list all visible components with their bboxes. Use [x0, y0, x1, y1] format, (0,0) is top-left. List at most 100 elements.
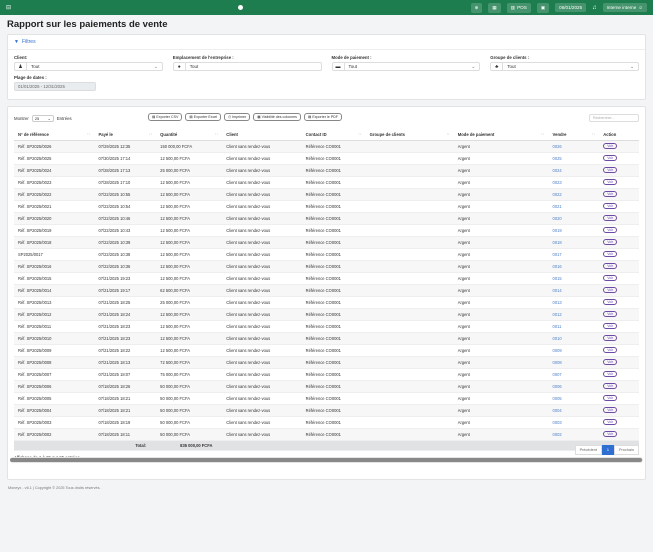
sale-cell[interactable]: 0026 [548, 140, 600, 153]
add-icon[interactable]: ⊕ [470, 2, 483, 13]
filters-toggle[interactable]: ▼ Filtres [8, 35, 645, 50]
column-visibility-button[interactable]: ▦ Visibilité des colonnes [253, 113, 301, 121]
export-excel-button[interactable]: ▤ Exporter Excel [185, 113, 222, 121]
sale-cell[interactable]: 0017 [548, 248, 600, 261]
action-cell[interactable]: Voir [599, 284, 639, 297]
sale-cell[interactable]: 0003 [548, 416, 600, 429]
action-cell[interactable]: Voir [599, 200, 639, 213]
sale-cell[interactable]: 0002 [548, 428, 600, 441]
sale-link[interactable]: 0007 [553, 372, 562, 377]
view-button[interactable]: Voir [603, 419, 618, 425]
sale-link[interactable]: 0013 [553, 300, 562, 305]
action-cell[interactable]: Voir [599, 320, 639, 333]
sale-link[interactable]: 0025 [553, 156, 562, 161]
view-button[interactable]: Voir [603, 335, 618, 341]
sidebar-toggle-icon[interactable]: ⊟ [6, 4, 11, 11]
action-cell[interactable]: Voir [599, 368, 639, 381]
view-button[interactable]: Voir [603, 275, 618, 281]
sale-link[interactable]: 0012 [553, 312, 562, 317]
action-cell[interactable]: Voir [599, 428, 639, 441]
date-range-input[interactable]: 01/01/2025 - 12/31/2025 [14, 82, 96, 91]
sale-link[interactable]: 0005 [553, 396, 562, 401]
sale-link[interactable]: 0002 [553, 432, 562, 437]
sale-cell[interactable]: 0021 [548, 200, 600, 213]
sale-cell[interactable]: 0011 [548, 320, 600, 333]
column-header[interactable]: N° de référence ↑↓ [14, 130, 95, 141]
action-cell[interactable]: Voir [599, 356, 639, 369]
view-button[interactable]: Voir [603, 155, 618, 161]
action-cell[interactable]: Voir [599, 308, 639, 321]
sale-cell[interactable]: 0019 [548, 224, 600, 237]
column-header[interactable]: Contact ID ↑↓ [301, 130, 366, 141]
sale-cell[interactable]: 0009 [548, 344, 600, 357]
view-button[interactable]: Voir [603, 203, 618, 209]
view-button[interactable]: Voir [603, 383, 618, 389]
sale-cell[interactable]: 0022 [548, 188, 600, 201]
column-header[interactable]: Mode de paiement ↑↓ [453, 130, 549, 141]
payment-method-select[interactable]: ▬ Tout ⌄ [331, 62, 481, 71]
scrollbar-thumb[interactable] [10, 458, 642, 462]
view-button[interactable]: Voir [603, 347, 618, 353]
action-cell[interactable]: Voir [599, 404, 639, 417]
action-cell[interactable]: Voir [599, 380, 639, 393]
view-button[interactable]: Voir [603, 323, 618, 329]
action-cell[interactable]: Voir [599, 176, 639, 189]
view-button[interactable]: Voir [603, 311, 618, 317]
export-csv-button[interactable]: ▤ Exporter CSV [148, 113, 183, 121]
action-cell[interactable]: Voir [599, 152, 639, 165]
calendar-icon[interactable]: ▦ [488, 2, 501, 13]
sale-link[interactable]: 0016 [553, 264, 562, 269]
sale-cell[interactable]: 0013 [548, 296, 600, 309]
view-button[interactable]: Voir [603, 179, 618, 185]
page-length-select[interactable]: 25 ⌄ [31, 114, 54, 122]
print-button[interactable]: ⎙ Imprimer [224, 113, 251, 121]
sale-link[interactable]: 0023 [553, 180, 562, 185]
sale-cell[interactable]: 0025 [548, 152, 600, 165]
view-button[interactable]: Voir [603, 299, 618, 305]
view-button[interactable]: Voir [603, 167, 618, 173]
action-cell[interactable]: Voir [599, 188, 639, 201]
column-header[interactable]: Vendre ↑↓ [548, 130, 600, 141]
column-header[interactable]: Groupe de clients ↑↓ [365, 130, 454, 141]
view-button[interactable]: Voir [603, 227, 618, 233]
action-cell[interactable]: Voir [599, 296, 639, 309]
sale-link[interactable]: 0014 [553, 288, 562, 293]
action-cell[interactable]: Voir [599, 212, 639, 225]
view-button[interactable]: Voir [603, 287, 618, 293]
action-cell[interactable]: Voir [599, 140, 639, 153]
view-button[interactable]: Voir [603, 395, 618, 401]
sale-cell[interactable]: 0006 [548, 380, 600, 393]
sale-link[interactable]: 0020 [553, 216, 562, 221]
action-cell[interactable]: Voir [599, 164, 639, 177]
column-header[interactable]: Quantité ↑↓ [156, 130, 223, 141]
next-page-button[interactable]: Prochain [614, 445, 639, 455]
sale-link[interactable]: 0008 [553, 360, 562, 365]
sale-link[interactable]: 0024 [553, 168, 562, 173]
sale-cell[interactable]: 0010 [548, 332, 600, 345]
view-button[interactable]: Voir [603, 359, 618, 365]
page-1-button[interactable]: 1 [601, 445, 614, 455]
sale-cell[interactable]: 0016 [548, 260, 600, 273]
column-header[interactable]: Payé le ↓↑ [94, 130, 157, 141]
sale-link[interactable]: 0021 [553, 204, 562, 209]
view-button[interactable]: Voir [603, 215, 618, 221]
bell-icon[interactable]: ♫ [592, 5, 597, 11]
view-button[interactable]: Voir [603, 143, 618, 149]
sale-link[interactable]: 0022 [553, 192, 562, 197]
sale-link[interactable]: 0015 [553, 276, 562, 281]
sale-cell[interactable]: 0023 [548, 176, 600, 189]
pos-button[interactable]: ▥ POS [506, 2, 531, 13]
view-button[interactable]: Voir [603, 407, 618, 413]
action-cell[interactable]: Voir [599, 272, 639, 285]
calculator-icon[interactable]: ▣ [536, 2, 550, 13]
sale-cell[interactable]: 0020 [548, 212, 600, 225]
view-button[interactable]: Voir [603, 371, 618, 377]
sale-link[interactable]: 0004 [553, 408, 562, 413]
action-cell[interactable]: Voir [599, 344, 639, 357]
sale-cell[interactable]: 0012 [548, 308, 600, 321]
sale-link[interactable]: 0003 [553, 420, 562, 425]
client-select[interactable]: ♟ Tout ⌄ [14, 62, 163, 71]
sale-cell[interactable]: 0008 [548, 356, 600, 369]
user-menu-button[interactable]: Interne interne ☺ [602, 3, 647, 12]
view-button[interactable]: Voir [603, 263, 618, 269]
